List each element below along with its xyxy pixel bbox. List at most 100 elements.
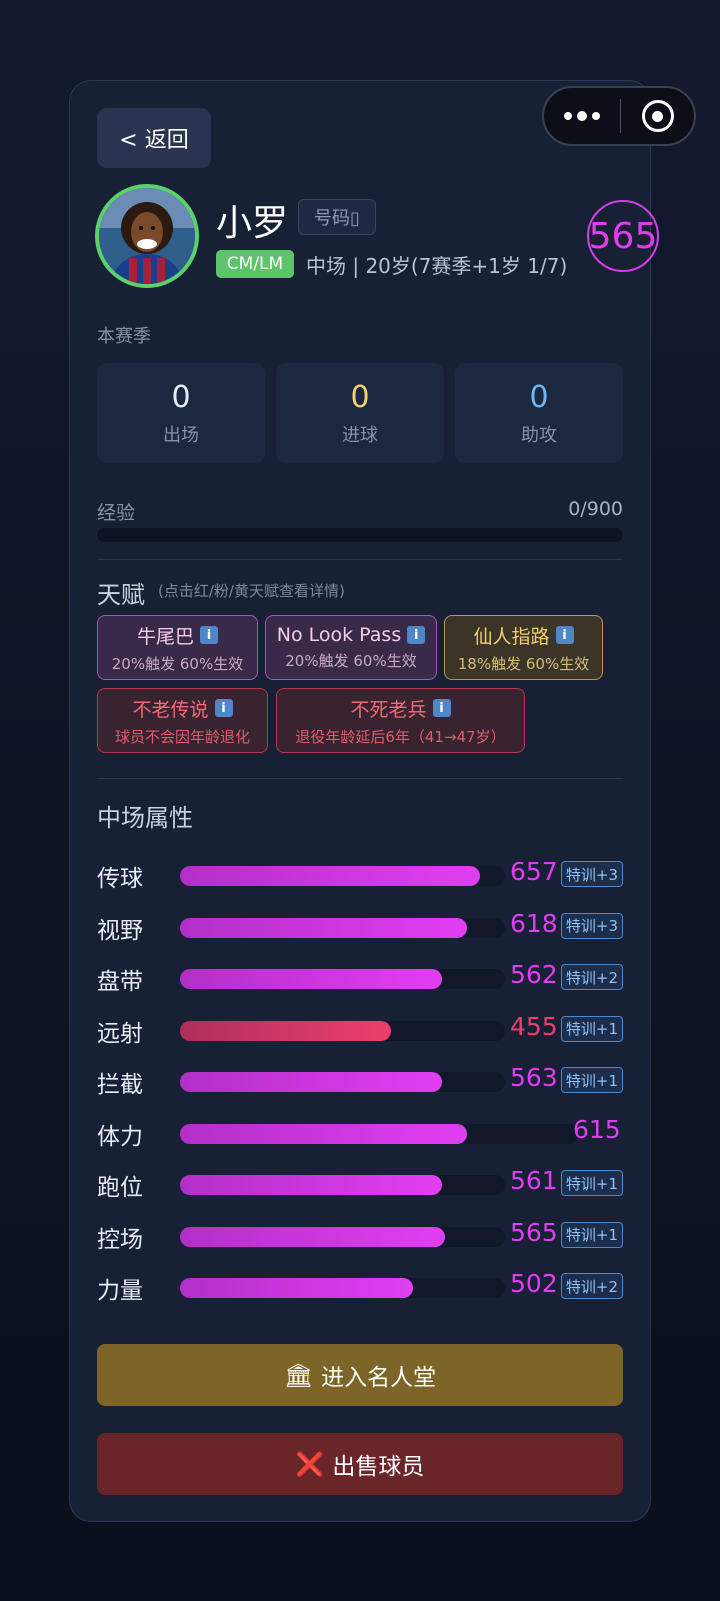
experience-value: 0/900 — [568, 498, 623, 520]
attribute-label: 传球 — [97, 866, 143, 892]
player-name: 小罗 — [216, 203, 289, 244]
talent-card[interactable]: 不死老兵 i 退役年龄延后6年（41→47岁） — [276, 688, 525, 753]
talent-name: 牛尾巴 — [136, 625, 194, 648]
player-avatar — [95, 184, 199, 288]
attribute-row: 力量 502 特训+2 — [97, 1267, 623, 1307]
attribute-value: 615 — [573, 1114, 621, 1144]
position-badge: CM/LM — [216, 250, 294, 278]
bank-icon: 🏛 — [283, 1362, 314, 1389]
attribute-row: 远射 455 特训+1 — [97, 1010, 623, 1050]
attribute-row: 跑位 561 特训+1 — [97, 1164, 623, 1204]
attribute-label: 拦截 — [97, 1072, 143, 1098]
talent-name: No Look Pass — [276, 624, 402, 646]
attribute-bar-fill — [180, 917, 467, 938]
attribute-value: 565 — [510, 1217, 558, 1247]
attributes-title: 中场属性 — [97, 804, 193, 832]
attribute-value: 618 — [510, 908, 558, 938]
attribute-bar-fill — [180, 969, 442, 989]
attribute-label: 体力 — [97, 1123, 143, 1150]
attribute-bar-fill — [180, 1226, 445, 1247]
attribute-label: 控场 — [97, 1226, 143, 1253]
talent-desc: 20%触发 60%生效 — [285, 652, 417, 670]
stat-value: 0 — [171, 379, 191, 415]
info-icon[interactable]: i — [407, 626, 426, 644]
attribute-label: 力量 — [97, 1278, 143, 1304]
special-training-badge[interactable]: 特训+3 — [560, 912, 623, 939]
more-icon[interactable] — [544, 111, 620, 121]
special-training-badge[interactable]: 特训+1 — [560, 1015, 623, 1042]
attribute-row: 视野 618 特训+3 — [97, 907, 623, 947]
attribute-row: 盘带 562 特训+2 — [97, 958, 623, 998]
attribute-row: 传球 657 特训+3 — [97, 855, 623, 895]
stat-label: 出场 — [163, 424, 199, 446]
stat-value: 0 — [350, 379, 370, 415]
stat-goals: 0 进球 — [276, 363, 444, 463]
sell-player-button[interactable]: ❌ 出售球员 — [97, 1433, 623, 1495]
special-training-badge[interactable]: 特训+1 — [560, 1067, 623, 1093]
info-icon[interactable]: i — [200, 626, 218, 644]
stat-label: 助攻 — [521, 424, 557, 446]
attribute-bar-track — [180, 1278, 505, 1298]
special-training-badge[interactable]: 特训+1 — [560, 1221, 623, 1248]
info-icon[interactable]: i — [555, 626, 574, 644]
info-icon[interactable]: i — [214, 699, 233, 717]
close-icon: ❌ — [295, 1451, 325, 1478]
talent-name: 不死老兵 — [350, 698, 427, 721]
experience-label: 经验 — [97, 502, 136, 524]
attribute-row: 体力 615 — [97, 1113, 623, 1153]
talent-card[interactable]: No Look Pass i 20%触发 60%生效 — [265, 615, 437, 680]
attribute-bar-fill — [180, 866, 480, 886]
attribute-bar-track — [180, 866, 505, 886]
talent-card[interactable]: 不老传说 i 球员不会因年龄退化 — [97, 688, 268, 753]
talent-desc: 20%触发 60%生效 — [111, 654, 244, 673]
attribute-label: 远射 — [97, 1020, 143, 1047]
attribute-value: 561 — [510, 1166, 558, 1195]
attribute-row: 拦截 563 特训+1 — [97, 1061, 623, 1101]
divider — [97, 559, 623, 560]
attribute-row: 控场 565 特训+1 — [97, 1216, 623, 1256]
special-training-badge[interactable]: 特训+2 — [560, 1273, 623, 1299]
info-icon[interactable]: i — [432, 699, 451, 717]
talent-hint: (点击红/粉/黄天赋查看详情) — [158, 582, 345, 600]
talent-name: 不老传说 — [132, 698, 209, 721]
attribute-bar-track — [180, 1020, 505, 1041]
special-training-badge[interactable]: 特训+2 — [560, 964, 623, 990]
talent-card[interactable]: 牛尾巴 i 20%触发 60%生效 — [97, 615, 258, 680]
overall-rating: 565 — [587, 200, 659, 272]
attribute-bar-fill — [180, 1123, 467, 1144]
position-info: 中场 | 20岁(7赛季+1岁 1/7) — [306, 254, 568, 278]
attribute-bar-track — [180, 1175, 505, 1195]
stat-appearances: 0 出场 — [97, 363, 265, 463]
special-training-badge[interactable]: 特训+3 — [560, 861, 623, 887]
miniprogram-capsule — [542, 86, 696, 146]
attribute-bar-track — [180, 1072, 505, 1092]
talent-desc: 18%触发 60%生效 — [457, 654, 590, 673]
attribute-value: 563 — [510, 1063, 558, 1092]
attribute-value: 657 — [510, 857, 558, 886]
attribute-bar-fill — [180, 1020, 391, 1041]
attribute-bar-fill — [180, 1278, 413, 1298]
special-training-badge[interactable]: 特训+1 — [560, 1170, 623, 1196]
attribute-bar-track — [180, 917, 505, 938]
close-target-icon[interactable] — [621, 100, 694, 132]
hall-of-fame-button[interactable]: 🏛 进入名人堂 — [97, 1344, 623, 1406]
attribute-bar-track — [180, 1226, 505, 1247]
attribute-label: 盘带 — [97, 969, 143, 995]
talent-card[interactable]: 仙人指路 i 18%触发 60%生效 — [444, 615, 603, 680]
attribute-label: 跑位 — [97, 1175, 143, 1201]
attribute-label: 视野 — [97, 917, 143, 944]
experience-progress-bar — [97, 528, 623, 542]
back-button[interactable]: < 返回 — [97, 108, 211, 168]
attribute-bar-fill — [180, 1072, 442, 1092]
sell-player-label: 出售球员 — [332, 1454, 425, 1480]
attribute-value: 562 — [510, 960, 558, 989]
talent-desc: 退役年龄延后6年（41→47岁） — [295, 727, 506, 746]
attribute-value: 502 — [510, 1269, 558, 1298]
stat-assists: 0 助攻 — [455, 363, 623, 463]
attribute-bar-track — [180, 969, 505, 989]
jersey-number-tag[interactable]: 号码▯ — [298, 199, 376, 235]
talent-name: 仙人指路 — [473, 625, 550, 648]
attribute-value: 455 — [510, 1011, 558, 1041]
stat-label: 进球 — [342, 424, 378, 446]
attribute-bar-fill — [180, 1175, 442, 1195]
